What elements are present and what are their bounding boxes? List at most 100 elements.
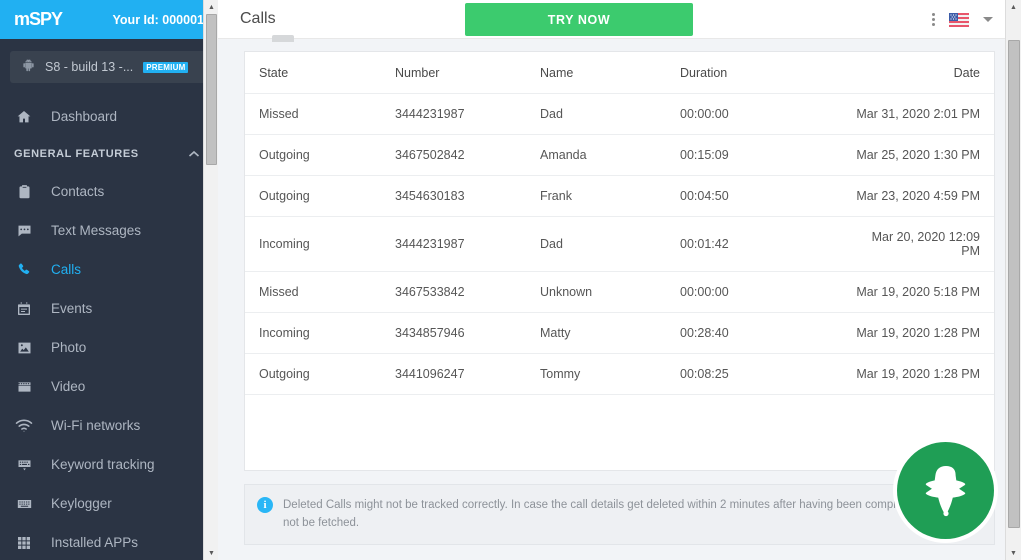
sidebar-item-text-messages[interactable]: Text Messages bbox=[0, 211, 218, 250]
sidebar-scrollbar[interactable]: ▲ ▼ bbox=[203, 0, 218, 560]
more-vertical-icon[interactable] bbox=[932, 13, 935, 26]
sidebar-item-events[interactable]: Events bbox=[0, 289, 218, 328]
sidebar-item-label: Contacts bbox=[51, 184, 105, 199]
sidebar-item-calls[interactable]: Calls bbox=[0, 250, 218, 289]
sidebar-item-photo[interactable]: Photo bbox=[0, 328, 218, 367]
cell-number: 3444231987 bbox=[395, 93, 540, 135]
sidebar-item-label: Calls bbox=[51, 262, 82, 277]
sidebar-section-general-features[interactable]: GENERAL FEATURES bbox=[0, 136, 218, 172]
cell-duration: 00:28:40 bbox=[680, 312, 855, 354]
scroll-up-arrow-icon[interactable]: ▲ bbox=[204, 0, 218, 14]
scroll-up-arrow-icon[interactable]: ▲ bbox=[1006, 0, 1021, 14]
table-row[interactable]: Outgoing 3441096247 Tommy 00:08:25 Mar 1… bbox=[245, 353, 994, 395]
sidebar-item-wifi-networks[interactable]: Wi-Fi networks bbox=[0, 406, 218, 445]
cell-name: Amanda bbox=[540, 134, 680, 176]
sidebar-item-dashboard[interactable]: Dashboard bbox=[0, 97, 218, 136]
top-bar-actions bbox=[932, 0, 993, 39]
column-header-name[interactable]: Name bbox=[540, 52, 680, 94]
app-root: mSPY Your Id: 000001 S8 - build 13 -... … bbox=[0, 0, 1021, 560]
table-row[interactable]: Incoming 3444231987 Dad 00:01:42 Mar 20,… bbox=[245, 216, 994, 272]
table-header-row: State Number Name Duration Date bbox=[245, 52, 994, 94]
cell-state: Missed bbox=[245, 271, 395, 313]
sidebar-item-label: Events bbox=[51, 301, 93, 316]
sidebar-item-label: Dashboard bbox=[51, 109, 118, 124]
cell-state: Incoming bbox=[245, 216, 395, 272]
cell-number: 3434857946 bbox=[395, 312, 540, 354]
cell-state: Outgoing bbox=[245, 175, 395, 217]
table-row[interactable]: Outgoing 3454630183 Frank 00:04:50 Mar 2… bbox=[245, 175, 994, 217]
sidebar-item-installed-apps[interactable]: Installed APPs bbox=[0, 523, 218, 560]
chevron-up-icon[interactable] bbox=[188, 145, 200, 163]
device-name: S8 - build 13 -... bbox=[45, 60, 134, 74]
cell-name: Tommy bbox=[540, 353, 680, 395]
cell-duration: 00:00:00 bbox=[680, 271, 855, 313]
scroll-down-arrow-icon[interactable]: ▼ bbox=[1006, 546, 1021, 560]
cell-name: Dad bbox=[540, 216, 680, 272]
sidebar-item-keylogger[interactable]: Keylogger bbox=[0, 484, 218, 523]
try-now-button[interactable]: TRY NOW bbox=[465, 3, 693, 36]
main-content: Calls TRY NOW State Number Name Duration… bbox=[218, 0, 1021, 560]
chevron-down-icon[interactable] bbox=[983, 17, 993, 22]
message-bubble-icon bbox=[14, 223, 34, 239]
scroll-down-arrow-icon[interactable]: ▼ bbox=[204, 546, 218, 560]
sidebar-item-keyword-tracking[interactable]: Keyword tracking bbox=[0, 445, 218, 484]
table-header: State Number Name Duration Date bbox=[245, 52, 994, 94]
notice-text: Deleted Calls might not be tracked corre… bbox=[283, 499, 978, 530]
cell-state: Incoming bbox=[245, 312, 395, 354]
mspy-logo[interactable]: mSPY bbox=[14, 9, 63, 30]
table-row[interactable]: Outgoing 3467502842 Amanda 00:15:09 Mar … bbox=[245, 134, 994, 176]
sidebar-item-video[interactable]: Video bbox=[0, 367, 218, 406]
cell-name: Unknown bbox=[540, 271, 680, 313]
cell-date: Mar 31, 2020 2:01 PM bbox=[855, 93, 994, 135]
brand-bar: mSPY Your Id: 000001 bbox=[0, 0, 218, 39]
calls-table-card: State Number Name Duration Date Missed 3… bbox=[244, 51, 995, 471]
cell-state: Outgoing bbox=[245, 134, 395, 176]
android-icon bbox=[22, 58, 35, 77]
us-flag-icon[interactable] bbox=[949, 12, 969, 27]
cell-number: 3444231987 bbox=[395, 216, 540, 272]
cell-date: Mar 25, 2020 1:30 PM bbox=[855, 134, 994, 176]
cell-date: Mar 19, 2020 1:28 PM bbox=[855, 312, 994, 354]
section-title: GENERAL FEATURES bbox=[14, 148, 139, 160]
table-row[interactable]: Missed 3444231987 Dad 00:00:00 Mar 31, 2… bbox=[245, 93, 994, 135]
cell-number: 3454630183 bbox=[395, 175, 540, 217]
logo-text: mSPY bbox=[14, 9, 63, 29]
sidebar-item-label: Text Messages bbox=[51, 223, 142, 238]
sidebar-item-label: Installed APPs bbox=[51, 535, 139, 550]
keyboard-icon bbox=[14, 496, 34, 512]
home-icon bbox=[14, 109, 34, 125]
device-selector[interactable]: S8 - build 13 -... PREMIUM bbox=[10, 51, 208, 83]
sidebar-item-label: Keyword tracking bbox=[51, 457, 155, 472]
table-row[interactable]: Missed 3467533842 Unknown 00:00:00 Mar 1… bbox=[245, 271, 994, 313]
cell-date: Mar 20, 2020 12:09 PM bbox=[855, 216, 994, 272]
main-scrollbar-thumb[interactable] bbox=[1008, 40, 1020, 528]
main-scrollbar[interactable]: ▲ ▼ bbox=[1005, 0, 1021, 560]
sidebar-scrollbar-thumb[interactable] bbox=[206, 14, 217, 165]
cell-name: Dad bbox=[540, 93, 680, 135]
sidebar-item-contacts[interactable]: Contacts bbox=[0, 172, 218, 211]
phone-icon bbox=[14, 262, 34, 278]
cell-name: Matty bbox=[540, 312, 680, 354]
calls-table: State Number Name Duration Date Missed 3… bbox=[245, 52, 994, 395]
spy-detective-icon[interactable] bbox=[897, 442, 994, 539]
sidebar-item-label: Photo bbox=[51, 340, 87, 355]
column-header-state[interactable]: State bbox=[245, 52, 395, 94]
cell-duration: 00:04:50 bbox=[680, 175, 855, 217]
column-header-number[interactable]: Number bbox=[395, 52, 540, 94]
info-icon: i bbox=[257, 497, 273, 513]
cell-duration: 00:08:25 bbox=[680, 353, 855, 395]
cell-date: Mar 23, 2020 4:59 PM bbox=[855, 175, 994, 217]
table-body: Missed 3444231987 Dad 00:00:00 Mar 31, 2… bbox=[245, 93, 994, 395]
cell-date: Mar 19, 2020 5:18 PM bbox=[855, 271, 994, 313]
column-header-date[interactable]: Date bbox=[855, 52, 994, 94]
contacts-clipboard-icon bbox=[14, 184, 34, 200]
premium-badge: PREMIUM bbox=[143, 61, 189, 73]
cell-duration: 00:15:09 bbox=[680, 134, 855, 176]
table-row[interactable]: Incoming 3434857946 Matty 00:28:40 Mar 1… bbox=[245, 312, 994, 354]
cell-duration: 00:00:00 bbox=[680, 93, 855, 135]
video-clapper-icon bbox=[14, 379, 34, 395]
calendar-icon bbox=[14, 301, 34, 317]
sidebar: mSPY Your Id: 000001 S8 - build 13 -... … bbox=[0, 0, 218, 560]
tab-handle[interactable] bbox=[271, 35, 294, 42]
column-header-duration[interactable]: Duration bbox=[680, 52, 855, 94]
